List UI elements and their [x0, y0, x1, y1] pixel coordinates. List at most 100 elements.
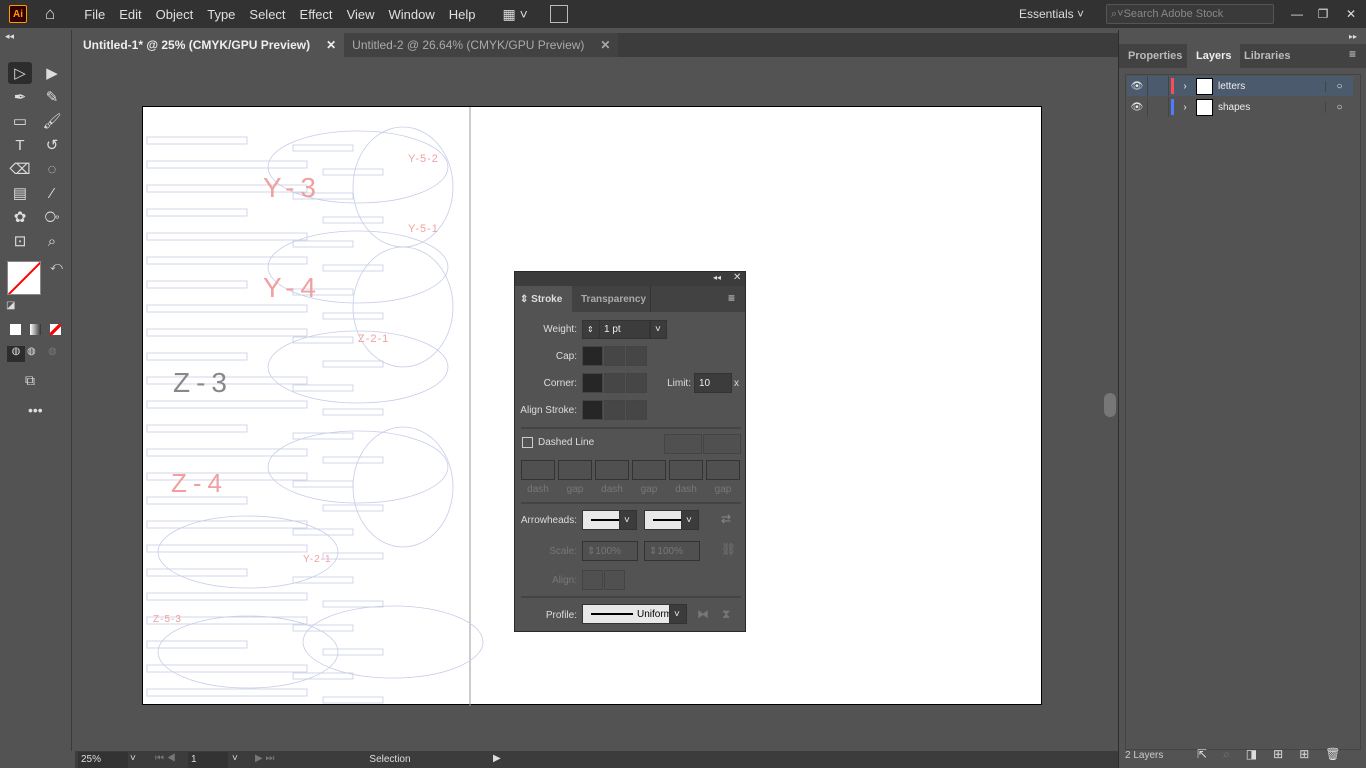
- end-scale-input[interactable]: ⇕ 100%: [644, 541, 700, 561]
- gap-input[interactable]: [632, 460, 666, 480]
- locate-object-icon[interactable]: ⌕: [1223, 747, 1230, 762]
- link-scale-icon[interactable]: ⛓: [721, 542, 736, 556]
- weight-dropdown[interactable]: ˅: [650, 320, 667, 339]
- fill-swatch[interactable]: [7, 261, 41, 295]
- collapse-icon[interactable]: ◂◂: [5, 31, 14, 42]
- vertical-scrollbar[interactable]: [1102, 57, 1118, 751]
- layer-name[interactable]: shapes: [1218, 102, 1325, 113]
- dash-input[interactable]: [669, 460, 703, 480]
- limit-input[interactable]: 10: [694, 373, 732, 393]
- expand-chevron-icon[interactable]: ›: [1174, 81, 1196, 92]
- restore-button[interactable]: ❐: [1310, 7, 1336, 21]
- paintbrush-tool-icon[interactable]: 🖌: [40, 110, 64, 132]
- status-tool-label[interactable]: Selection: [295, 754, 485, 765]
- layer-row-letters[interactable]: 👁 › letters ○: [1127, 76, 1353, 96]
- flip-vertical-icon[interactable]: ⧗: [722, 607, 730, 622]
- draw-behind-icon[interactable]: ◍: [27, 346, 36, 357]
- gradient-mode-icon[interactable]: [30, 324, 41, 335]
- round-cap-button[interactable]: [604, 346, 625, 366]
- share-icon[interactable]: [549, 5, 568, 23]
- new-sublayer-icon[interactable]: ⊞: [1273, 747, 1283, 762]
- menu-view[interactable]: View: [340, 7, 382, 22]
- weight-stepper[interactable]: ⇕: [582, 320, 600, 339]
- minimize-button[interactable]: —: [1284, 7, 1310, 21]
- arrow-place-button[interactable]: [604, 570, 625, 590]
- start-arrowhead-dropdown[interactable]: ˅: [619, 510, 637, 530]
- home-icon[interactable]: ⌂: [45, 4, 55, 24]
- panel-header[interactable]: ◂◂ ✕: [515, 272, 745, 286]
- tab-untitled-2[interactable]: Untitled-2 @ 26.64% (CMYK/GPU Preview) ✕: [344, 33, 619, 57]
- menu-file[interactable]: File: [77, 7, 112, 22]
- selection-tool-icon[interactable]: ▷: [8, 62, 32, 84]
- close-window-button[interactable]: ✕: [1336, 7, 1366, 21]
- dash-input[interactable]: [521, 460, 555, 480]
- menu-type[interactable]: Type: [200, 7, 242, 22]
- default-fill-stroke-icon[interactable]: ◪: [6, 300, 15, 311]
- menu-edit[interactable]: Edit: [112, 7, 148, 22]
- lock-toggle[interactable]: [1147, 76, 1169, 96]
- close-panel-icon[interactable]: ✕: [733, 272, 741, 283]
- artboard-tool-icon[interactable]: ⊡: [8, 230, 32, 252]
- type-tool-icon[interactable]: T: [8, 134, 32, 156]
- close-tab-icon[interactable]: ✕: [600, 38, 610, 52]
- eyedropper-tool-icon[interactable]: ⁄: [40, 182, 64, 204]
- panel-menu-icon[interactable]: ≡: [1349, 47, 1356, 61]
- tab-properties[interactable]: Properties: [1119, 44, 1191, 68]
- tab-layers[interactable]: Layers: [1187, 44, 1241, 68]
- align-inside-button[interactable]: [604, 400, 625, 420]
- next-artboard-button[interactable]: ▶ ⏭: [255, 753, 274, 764]
- zoom-dropdown[interactable]: ˅: [130, 753, 136, 764]
- menu-object[interactable]: Object: [149, 7, 201, 22]
- more-tools-icon[interactable]: •••: [28, 402, 43, 418]
- layer-name[interactable]: letters: [1218, 81, 1325, 92]
- flip-horizontal-icon[interactable]: ⧓: [697, 607, 709, 621]
- curvature-tool-icon[interactable]: ✎: [40, 86, 64, 108]
- zoom-tool-icon[interactable]: ⌕: [40, 230, 64, 252]
- shape-builder-tool-icon[interactable]: ⧂: [40, 206, 64, 228]
- swap-arrowheads-icon[interactable]: ⇄: [721, 512, 731, 526]
- color-mode-icon[interactable]: [10, 324, 21, 335]
- tab-stroke[interactable]: ⇕ Stroke: [515, 286, 572, 313]
- dashed-line-checkbox[interactable]: [522, 437, 533, 448]
- first-artboard-button[interactable]: ⏮ ◀: [155, 753, 176, 764]
- eraser-tool-icon[interactable]: ⌫: [8, 158, 32, 180]
- bevel-join-button[interactable]: [626, 373, 647, 393]
- collapse-panel-icon[interactable]: ◂◂: [713, 273, 721, 282]
- weight-input[interactable]: 1 pt: [599, 320, 650, 339]
- artboard-input[interactable]: 1: [188, 752, 228, 768]
- draw-normal-icon[interactable]: ◍: [7, 346, 25, 362]
- pen-tool-icon[interactable]: ✒: [8, 86, 32, 108]
- butt-cap-button[interactable]: [582, 346, 603, 366]
- gap-input[interactable]: [558, 460, 592, 480]
- artboard-dropdown[interactable]: ˅: [232, 753, 238, 764]
- draw-inside-icon[interactable]: ◍: [48, 346, 57, 357]
- start-scale-input[interactable]: ⇕ 100%: [582, 541, 638, 561]
- expand-chevron-icon[interactable]: ›: [1174, 102, 1196, 113]
- dash-input[interactable]: [595, 460, 629, 480]
- lock-toggle[interactable]: [1147, 97, 1169, 117]
- screen-mode-icon[interactable]: ⧉: [25, 372, 35, 389]
- status-menu-arrow[interactable]: ▶: [493, 753, 501, 764]
- menu-select[interactable]: Select: [242, 7, 292, 22]
- none-mode-icon[interactable]: [50, 324, 61, 335]
- tab-libraries[interactable]: Libraries: [1235, 44, 1299, 68]
- preserve-dash-button[interactable]: [664, 434, 702, 454]
- search-stock-input[interactable]: ⌕˅ Search Adobe Stock: [1106, 4, 1274, 24]
- align-outside-button[interactable]: [626, 400, 647, 420]
- direct-selection-tool-icon[interactable]: ▶: [40, 62, 64, 84]
- tab-untitled-1[interactable]: Untitled-1* @ 25% (CMYK/GPU Preview) ✕: [75, 33, 345, 57]
- delete-icon[interactable]: 🗑: [1325, 747, 1340, 762]
- export-icon[interactable]: ⇱: [1197, 747, 1207, 762]
- menu-help[interactable]: Help: [442, 7, 483, 22]
- zoom-select[interactable]: 25%: [78, 752, 128, 768]
- miter-join-button[interactable]: [582, 373, 603, 393]
- close-tab-icon[interactable]: ✕: [326, 38, 336, 52]
- panel-menu-icon[interactable]: ≡: [728, 291, 735, 305]
- gradient-tool-icon[interactable]: ▤: [8, 182, 32, 204]
- align-center-button[interactable]: [582, 400, 603, 420]
- target-circle-icon[interactable]: ○: [1325, 80, 1353, 92]
- visibility-eye-icon[interactable]: 👁: [1127, 102, 1147, 113]
- menu-window[interactable]: Window: [382, 7, 442, 22]
- rotate-tool-icon[interactable]: ↺: [40, 134, 64, 156]
- visibility-eye-icon[interactable]: 👁: [1127, 81, 1147, 92]
